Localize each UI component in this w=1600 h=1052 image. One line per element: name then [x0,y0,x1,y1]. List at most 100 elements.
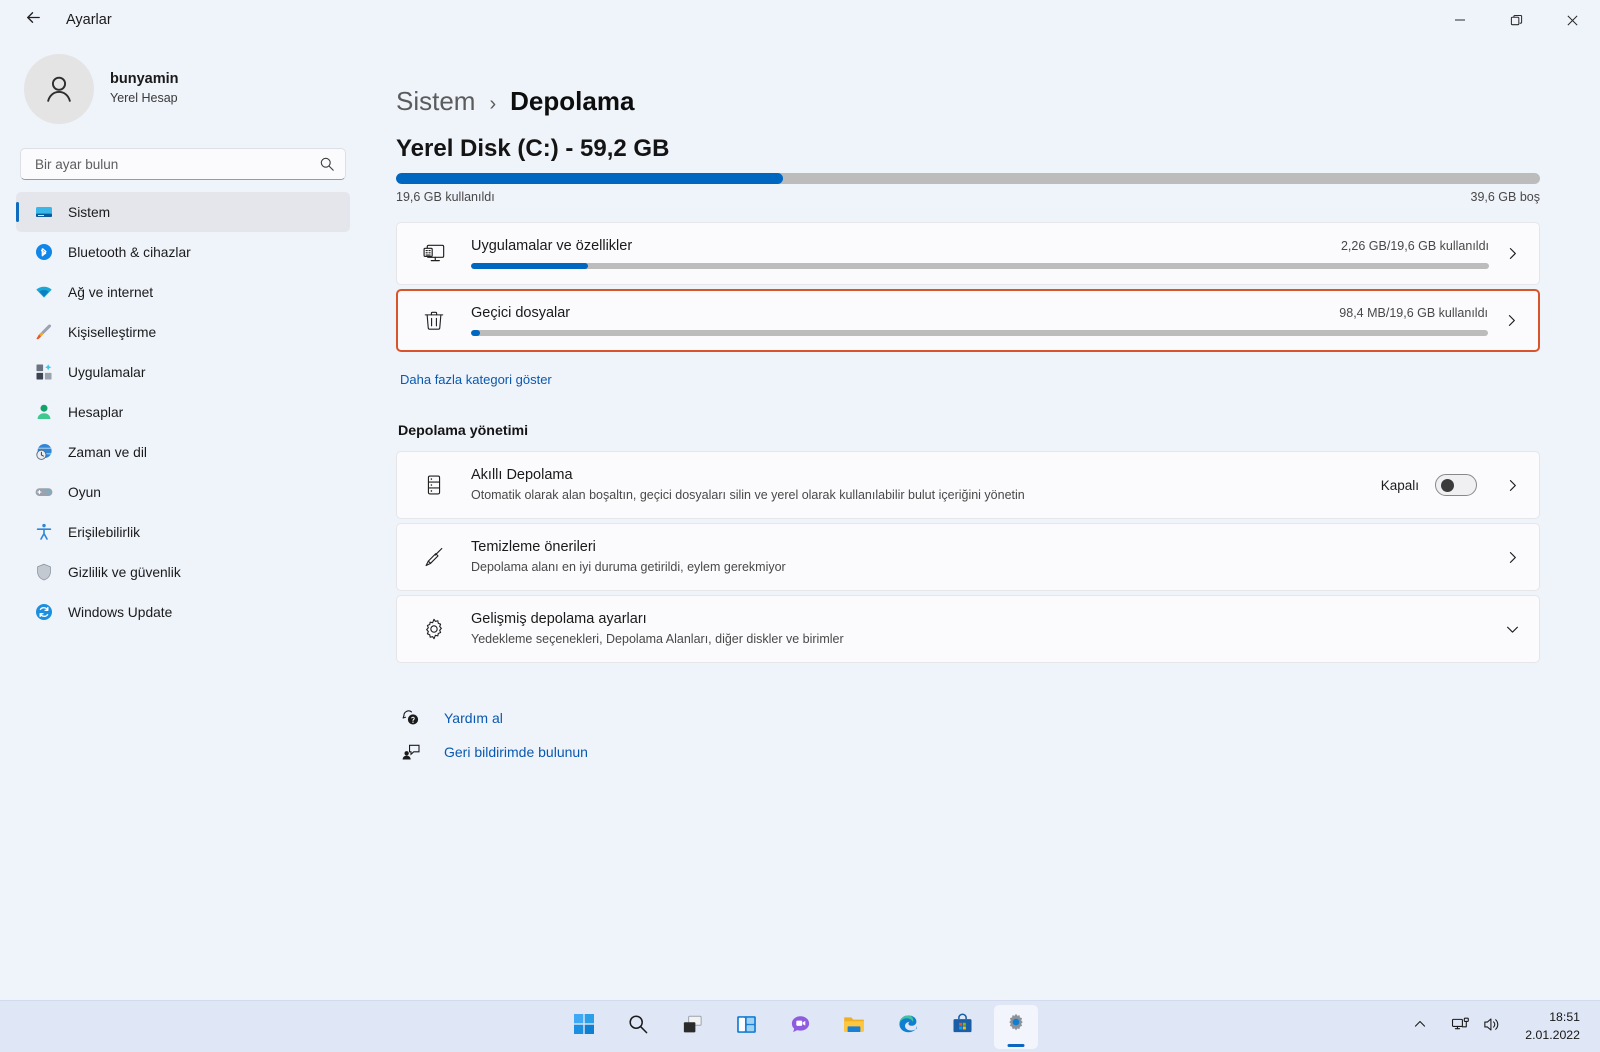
task-view-icon [681,1013,704,1041]
window-body: bunyamin Yerel Hesap Bir ayar bulun Sist… [0,40,1600,1052]
sidebar-item-label: Hesaplar [68,404,124,420]
monitor-icon [34,202,54,222]
tray-status-group[interactable] [1441,1009,1511,1045]
sidebar-item-sistem[interactable]: Sistem [16,192,350,232]
help-icon [400,708,422,728]
chevron-up-icon [1413,1017,1427,1036]
gamepad-icon [34,482,54,502]
management-row-subtitle: Depolama alanı en iyi duruma getirildi, … [471,560,786,575]
sidebar-item-hesaplar[interactable]: Hesaplar [16,392,350,432]
sidebar-item-label: Gizlilik ve güvenlik [68,564,181,580]
volume-icon [1482,1015,1501,1039]
search-button[interactable] [616,1005,660,1049]
footer-links: Yardım al Geri bildirimde bulunun [400,701,1540,769]
show-more-categories-link[interactable]: Daha fazla kategori göster [400,372,552,387]
sidebar-item-erisilebilirlik[interactable]: Erişilebilirlik [16,512,350,552]
breadcrumb-current: Depolama [510,86,635,116]
account-block[interactable]: bunyamin Yerel Hesap [16,40,350,134]
sidebar-item-label: Oyun [68,484,101,500]
minimize-button[interactable] [1432,0,1488,40]
microsoft-store-button[interactable] [940,1005,984,1049]
search-box[interactable] [20,148,346,180]
category-usage-bar [471,263,1489,269]
disk-usage-fill [396,173,783,184]
search-input[interactable] [35,156,319,172]
settings-window: Ayarlar bunyamin Yerel Hesap Bir ayar bu… [0,0,1600,1052]
back-button[interactable] [16,4,50,36]
category-card-apps[interactable]: Uygulamalar ve özellikler 2,26 GB/19,6 G… [396,222,1540,285]
feedback-icon [400,742,422,762]
start-button[interactable] [562,1005,606,1049]
chevron-right-icon [1499,246,1525,261]
bluetooth-icon [34,242,54,262]
give-feedback-link[interactable]: Geri bildirimde bulunun [400,735,588,769]
app-title: Ayarlar [66,12,112,28]
sidebar-item-oyun[interactable]: Oyun [16,472,350,512]
taskbar: 18:51 2.01.2022 [0,1000,1600,1052]
gear-icon [417,616,451,642]
disk-usage-legend: 19,6 GB kullanıldı 39,6 GB boş [396,190,1540,204]
storage-sense-toggle-group: Kapalı [1381,474,1477,496]
sidebar-item-gizlilik-ve-guvenlik[interactable]: Gizlilik ve güvenlik [16,552,350,592]
sidebar-item-label: Windows Update [68,604,173,620]
breadcrumb: Sistem › Depolama [396,86,1540,117]
toggle-state-label: Kapalı [1380,477,1419,493]
apps-icon [34,362,54,382]
footer-link-label: Geri bildirimde bulunun [444,744,588,760]
sidebar-item-bluetooth-cihazlar[interactable]: Bluetooth & cihazlar [16,232,350,272]
sidebar-item-uygulamalar[interactable]: Uygulamalar [16,352,350,392]
footer-link-label: Yardım al [444,710,503,726]
storage-sense-toggle[interactable] [1435,474,1477,496]
folder-icon [842,1012,866,1041]
file-explorer-button[interactable] [832,1005,876,1049]
chevron-right-icon [1499,550,1525,565]
storage-management-list: Akıllı Depolama Otomatik olarak alan boş… [396,451,1540,663]
accessibility-icon [34,522,54,542]
storage-categories: Uygulamalar ve özellikler 2,26 GB/19,6 G… [396,222,1540,352]
management-row-storage-sense[interactable]: Akıllı Depolama Otomatik olarak alan boş… [396,451,1540,519]
search-icon [627,1013,649,1040]
clock[interactable]: 18:51 2.01.2022 [1517,1005,1588,1049]
category-card-body: Uygulamalar ve özellikler 2,26 GB/19,6 G… [471,238,1489,269]
sidebar-item-label: Bluetooth & cihazlar [68,244,191,260]
account-name: bunyamin [110,71,179,88]
title-bar: Ayarlar [0,0,1600,40]
sidebar-item-kisisellestirme[interactable]: Kişiselleştirme [16,312,350,352]
widgets-icon [735,1013,758,1041]
category-title: Geçici dosyalar [471,305,571,321]
account-type: Yerel Hesap [110,91,178,106]
sidebar-item-ag-ve-internet[interactable]: Ağ ve internet [16,272,350,312]
toggle-knob [1441,479,1454,492]
sidebar-item-zaman-ve-dil[interactable]: Zaman ve dil [16,432,350,472]
network-icon [1451,1015,1470,1039]
get-help-link[interactable]: Yardım al [400,701,503,735]
category-usage-fill [471,330,481,336]
sidebar-item-windows-update[interactable]: Windows Update [16,592,350,632]
clock-date: 2.01.2022 [1525,1027,1580,1042]
management-row-cleanup-recommendations[interactable]: Temizleme önerileri Depolama alanı en iy… [396,523,1540,591]
close-button[interactable] [1544,0,1600,40]
disk-free-label: 39,6 GB boş [1470,190,1541,204]
app-window-icon [417,240,451,267]
chat-video-icon [789,1013,812,1041]
system-tray: 18:51 2.01.2022 [1405,1005,1588,1049]
main-content: Sistem › Depolama Yerel Disk (C:) - 59,2… [366,40,1600,1052]
management-row-subtitle: Yedekleme seçenekleri, Depolama Alanları… [471,632,844,647]
sidebar-item-label: Zaman ve dil [68,444,147,460]
windows-logo-icon [573,1013,595,1040]
back-arrow-icon [24,8,43,32]
chat-button[interactable] [778,1005,822,1049]
chevron-right-icon [1498,313,1524,328]
widgets-button[interactable] [724,1005,768,1049]
maximize-button[interactable] [1488,0,1544,40]
breadcrumb-parent[interactable]: Sistem [396,86,475,117]
sidebar-item-label: Kişiselleştirme [68,324,157,340]
task-view-button[interactable] [670,1005,714,1049]
tray-overflow-button[interactable] [1405,1011,1435,1042]
edge-icon [896,1012,920,1041]
category-card-temp-files[interactable]: Geçici dosyalar 98,4 MB/19,6 GB kullanıl… [396,289,1540,352]
settings-button[interactable] [994,1004,1038,1049]
management-row-advanced-storage-settings[interactable]: Gelişmiş depolama ayarları Yedekleme seç… [396,595,1540,663]
edge-button[interactable] [886,1005,930,1049]
store-icon [951,1012,974,1041]
